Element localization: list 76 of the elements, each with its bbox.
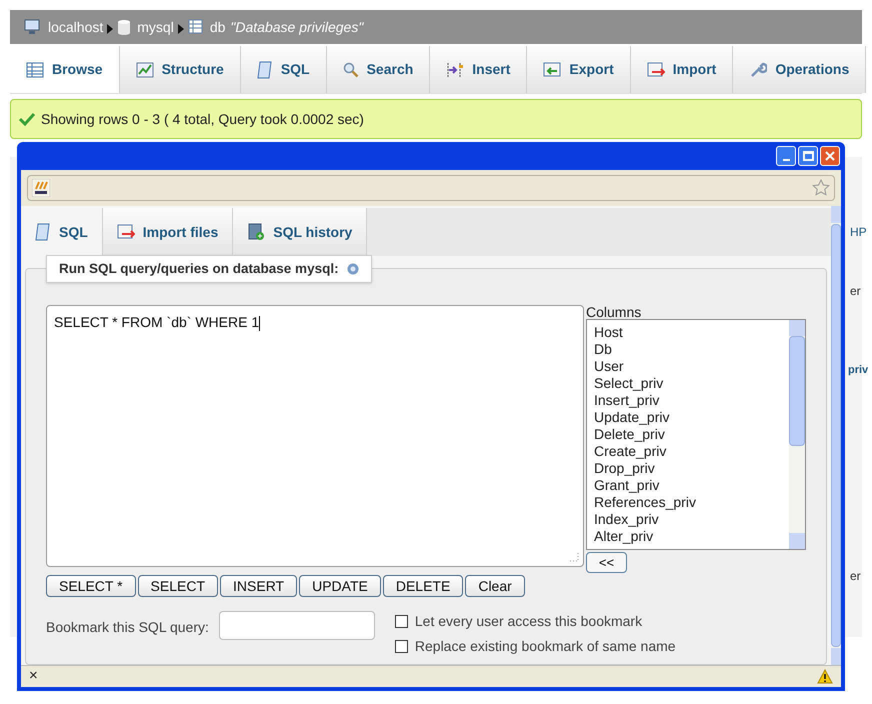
checkbox-label[interactable]: Let every user access this bookmark bbox=[414, 611, 642, 632]
scrollbar[interactable] bbox=[789, 320, 805, 549]
tab[interactable]: Export bbox=[527, 46, 631, 93]
table-icon bbox=[188, 19, 204, 35]
insert-column-button[interactable]: << bbox=[586, 552, 627, 573]
checkbox[interactable] bbox=[394, 615, 408, 628]
background-text: er bbox=[850, 283, 861, 300]
columns-list[interactable]: Host Db User Select_priv Insert_priv Update_priv Delete_priv Create_priv Drop_priv Grant_priv References_priv Index_priv Alter_priv bbox=[586, 319, 806, 550]
query-button[interactable]: SELECT bbox=[138, 575, 218, 597]
scrollbar[interactable] bbox=[831, 206, 841, 665]
query-button[interactable]: DELETE bbox=[382, 575, 464, 597]
insert-icon bbox=[446, 62, 464, 78]
sql-editor[interactable]: SELECT * FROM `db` WHERE 1 bbox=[46, 305, 584, 567]
tab[interactable]: Import bbox=[630, 46, 734, 93]
search-icon bbox=[342, 62, 359, 78]
query-button[interactable]: UPDATE bbox=[299, 575, 381, 597]
close-icon bbox=[825, 151, 835, 161]
background-text: er bbox=[850, 568, 861, 585]
tab[interactable]: Operations bbox=[733, 46, 866, 93]
tab[interactable]: SQL bbox=[21, 208, 103, 256]
warning-icon bbox=[817, 669, 833, 684]
column-option[interactable]: User bbox=[594, 358, 782, 375]
column-option[interactable]: Insert_priv bbox=[594, 392, 782, 409]
columns-label: Columns bbox=[586, 305, 642, 319]
book-icon bbox=[247, 223, 266, 241]
tab[interactable]: SQL bbox=[240, 46, 327, 93]
query-button[interactable]: Clear bbox=[465, 575, 525, 597]
help-icon[interactable] bbox=[346, 263, 359, 275]
export-icon bbox=[543, 62, 562, 78]
column-option[interactable]: Create_priv bbox=[594, 443, 782, 460]
arrow-icon bbox=[178, 24, 184, 34]
logo-icon bbox=[32, 179, 50, 197]
minimize-button[interactable] bbox=[776, 146, 796, 166]
query-button[interactable]: SELECT * bbox=[46, 575, 136, 597]
background-text: priv bbox=[848, 363, 868, 378]
check-icon bbox=[19, 112, 35, 126]
close-icon[interactable]: × bbox=[29, 665, 38, 688]
star-icon[interactable] bbox=[812, 179, 830, 197]
maximize-button[interactable] bbox=[798, 146, 818, 166]
table-icon bbox=[26, 62, 44, 78]
success-message: Showing rows 0 - 3 ( 4 total, Query took 0.0002 sec) bbox=[10, 99, 862, 139]
resize-grip-icon[interactable] bbox=[569, 552, 579, 562]
column-option[interactable]: Alter_priv bbox=[594, 528, 782, 545]
bookmark-field[interactable] bbox=[218, 611, 375, 640]
scroll-icon bbox=[35, 223, 51, 241]
column-option[interactable]: Grant_priv bbox=[594, 477, 782, 494]
tab[interactable]: Import files bbox=[102, 208, 234, 256]
legend: Run SQL query/queries on database mysql: bbox=[46, 255, 372, 283]
scroll-icon bbox=[256, 60, 273, 78]
column-option[interactable]: Delete_priv bbox=[594, 426, 782, 443]
address-bar[interactable] bbox=[27, 175, 835, 201]
column-option[interactable]: Select_priv bbox=[594, 375, 782, 392]
import-icon bbox=[646, 62, 665, 78]
arrow-icon bbox=[107, 24, 114, 34]
wrench-icon bbox=[749, 60, 768, 78]
checkbox-label[interactable]: Replace existing bookmark of same name bbox=[414, 636, 676, 657]
tab[interactable]: Insert bbox=[430, 46, 528, 93]
close-button[interactable] bbox=[820, 146, 840, 166]
query-button[interactable]: INSERT bbox=[220, 575, 298, 597]
database-icon bbox=[117, 19, 132, 35]
computer-icon bbox=[24, 19, 42, 35]
tab[interactable]: SQL history bbox=[233, 208, 368, 256]
table-comment: "Database privileges" bbox=[230, 18, 364, 37]
column-option[interactable]: Drop_priv bbox=[594, 460, 782, 477]
chart-icon bbox=[136, 62, 154, 78]
import-icon bbox=[116, 224, 135, 240]
bookmark-label: Bookmark this SQL query: bbox=[46, 618, 209, 637]
checkbox[interactable] bbox=[394, 640, 408, 653]
column-option[interactable]: Host bbox=[594, 324, 782, 341]
column-option[interactable]: References_priv bbox=[594, 494, 782, 511]
tab[interactable]: Structure bbox=[120, 46, 241, 93]
column-option[interactable]: Index_priv bbox=[594, 511, 782, 528]
column-option[interactable]: Db bbox=[594, 341, 782, 358]
background-text: HP bbox=[850, 224, 867, 241]
column-option[interactable]: Update_priv bbox=[594, 409, 782, 426]
tab[interactable]: Search bbox=[326, 46, 430, 93]
